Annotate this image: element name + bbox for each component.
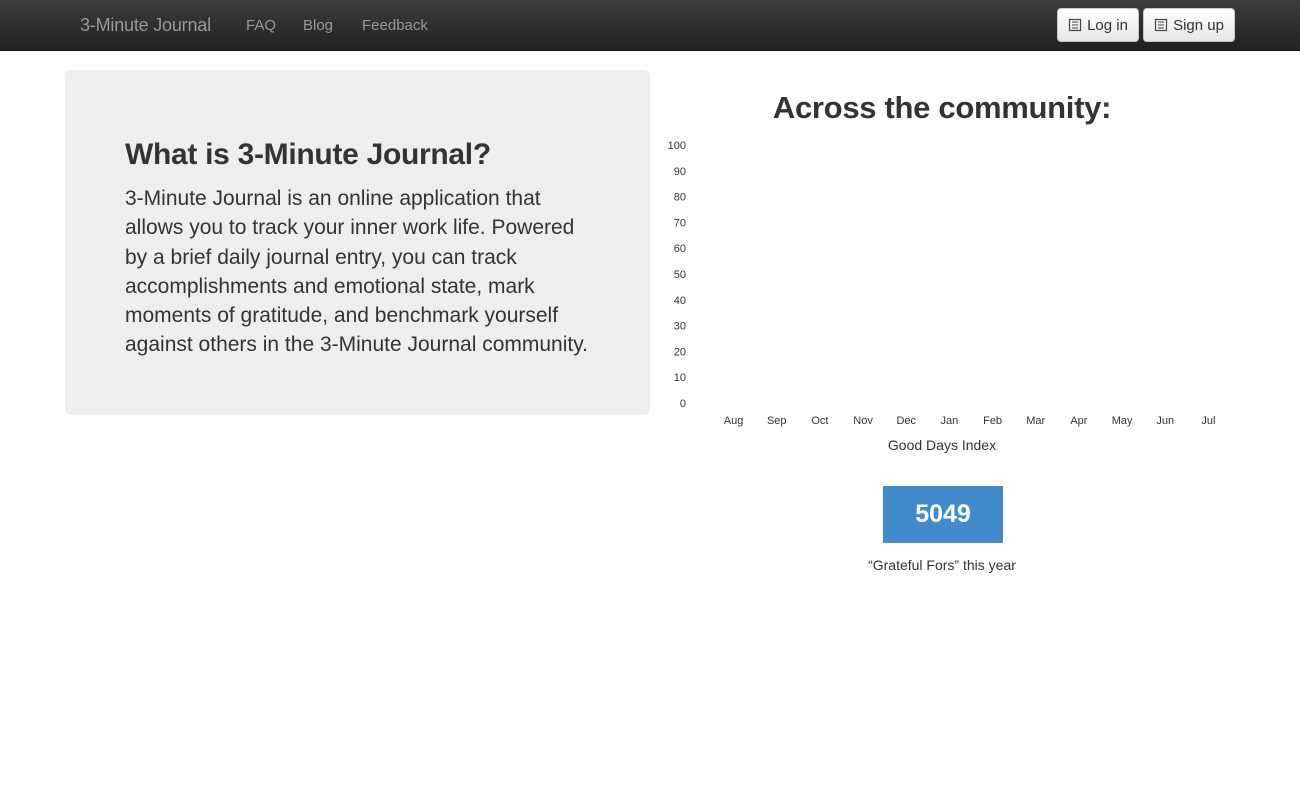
intro-description: 3-Minute Journal is an online applicatio… bbox=[125, 187, 589, 357]
login-button-label: Log in bbox=[1087, 16, 1128, 34]
x-tick-label: Nov bbox=[853, 415, 873, 427]
intro-panel: What is 3-Minute Journal? 3-Minute Journ… bbox=[65, 70, 650, 415]
sign-up-icon bbox=[1154, 18, 1168, 32]
x-tick-label: May bbox=[1112, 415, 1133, 427]
y-tick-label: 50 bbox=[674, 269, 686, 281]
x-tick-label: Dec bbox=[896, 415, 916, 427]
login-button[interactable]: Log in bbox=[1057, 8, 1139, 42]
y-tick-label: 80 bbox=[674, 192, 686, 204]
y-tick-label: 40 bbox=[674, 295, 686, 307]
y-tick-label: 100 bbox=[668, 140, 686, 152]
x-tick-label: Oct bbox=[811, 415, 828, 427]
signup-button-label: Sign up bbox=[1173, 16, 1224, 34]
x-tick-label: Aug bbox=[724, 415, 744, 427]
nav-link-blog[interactable]: Blog bbox=[303, 17, 333, 34]
y-tick-label: 0 bbox=[680, 398, 686, 410]
x-tick-label: Jun bbox=[1156, 415, 1174, 427]
grateful-fors-count: 5049 bbox=[883, 486, 1003, 543]
y-tick-label: 90 bbox=[674, 166, 686, 178]
y-tick-label: 30 bbox=[674, 321, 686, 333]
x-tick-label: Apr bbox=[1070, 415, 1087, 427]
y-tick-label: 60 bbox=[674, 243, 686, 255]
y-tick-label: 10 bbox=[674, 372, 686, 384]
chart-x-axis-label: Good Days Index bbox=[887, 437, 997, 453]
x-tick-label: Jan bbox=[941, 415, 959, 427]
brand-link[interactable]: 3-Minute Journal bbox=[80, 15, 211, 36]
x-tick-label: Feb bbox=[983, 415, 1002, 427]
sign-in-icon bbox=[1068, 18, 1082, 32]
top-navbar: 3-Minute Journal FAQ Blog Feedback Log i… bbox=[0, 0, 1300, 51]
intro-title: What is 3-Minute Journal? bbox=[125, 138, 491, 171]
signup-button[interactable]: Sign up bbox=[1143, 8, 1235, 42]
nav-link-feedback[interactable]: Feedback bbox=[362, 17, 428, 34]
good-days-chart: 0 10 20 30 40 50 60 70 80 90 100 Aug Sep Oct Nov Dec Jan… bbox=[668, 140, 1216, 427]
community-title: Across the community: bbox=[772, 90, 1112, 125]
grateful-fors-caption: “Grateful Fors” this year bbox=[868, 557, 1016, 573]
x-tick-label: Sep bbox=[767, 415, 787, 427]
x-tick-label: Jul bbox=[1201, 415, 1215, 427]
nav-link-faq[interactable]: FAQ bbox=[246, 17, 276, 34]
y-tick-label: 20 bbox=[674, 346, 686, 358]
x-tick-label: Mar bbox=[1026, 415, 1045, 427]
y-tick-label: 70 bbox=[674, 217, 686, 229]
